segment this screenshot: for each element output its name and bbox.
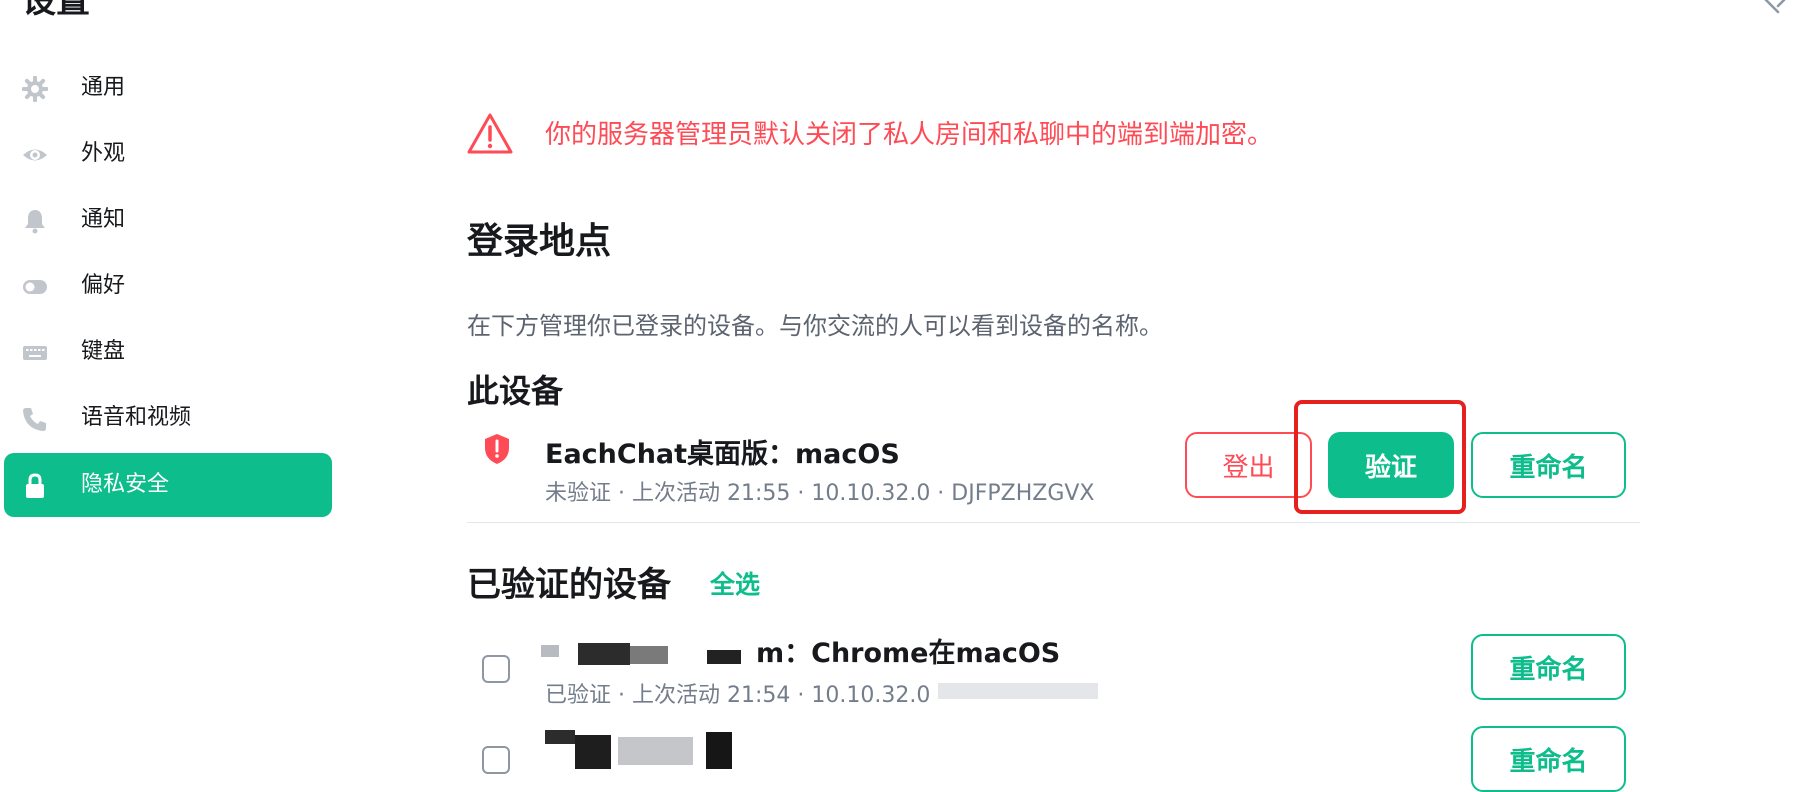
logout-button[interactable]: 登出 [1185, 432, 1312, 498]
sessions-heading: 登录地点 [467, 221, 612, 262]
unverified-shield-icon [485, 434, 509, 464]
sidebar-item-notifications[interactable]: 通知 [4, 188, 332, 252]
redacted-text [938, 683, 1098, 699]
redacted-text [578, 643, 630, 665]
sidebar-item-preferences[interactable]: 偏好 [4, 254, 332, 318]
toggle-icon [23, 280, 47, 294]
sidebar-item-label: 隐私安全 [81, 472, 170, 497]
sidebar-item-security-privacy[interactable]: 隐私安全 [4, 453, 332, 517]
divider [467, 522, 1640, 523]
sessions-description: 在下方管理你已登录的设备。与你交流的人可以看到设备的名称。 [467, 312, 1163, 340]
redacted-text [630, 646, 668, 664]
device-checkbox[interactable] [482, 746, 510, 774]
device-name: m：Chrome在macOS [756, 638, 1061, 669]
warning-icon [467, 113, 513, 154]
rename-device-button[interactable]: 重命名 [1471, 726, 1626, 792]
sidebar-item-label: 键盘 [81, 339, 126, 364]
device-checkbox[interactable] [482, 655, 510, 683]
close-icon[interactable] [1758, 0, 1792, 14]
sidebar-item-voice-video[interactable]: 语音和视频 [4, 386, 332, 450]
sidebar-item-keyboard[interactable]: 键盘 [4, 320, 332, 384]
redacted-text [541, 645, 559, 657]
verify-button[interactable]: 验证 [1328, 432, 1454, 498]
redacted-text [707, 650, 741, 664]
sidebar-item-general[interactable]: 通用 [4, 56, 332, 120]
verified-devices-heading: 已验证的设备 [467, 565, 671, 605]
sidebar-item-appearance[interactable]: 外观 [4, 122, 332, 186]
redacted-text [706, 732, 732, 769]
sidebar-item-label: 通知 [81, 207, 126, 232]
device-meta: 已验证 · 上次活动 21:54 · 10.10.32.0 · [545, 683, 945, 708]
e2ee-warning-text: 你的服务器管理员默认关闭了私人房间和私聊中的端到端加密。 [545, 120, 1274, 150]
this-device-name: EachChat桌面版：macOS [545, 439, 900, 470]
this-device-heading: 此设备 [467, 372, 564, 410]
redacted-text [545, 730, 575, 744]
rename-device-button[interactable]: 重命名 [1471, 634, 1626, 700]
phone-icon [23, 408, 46, 431]
this-device-meta: 未验证 · 上次活动 21:55 · 10.10.32.0 · DJFPZHZG… [545, 481, 1095, 506]
lock-icon [26, 473, 44, 498]
bell-icon [25, 210, 45, 234]
eye-icon [23, 149, 47, 161]
sidebar-item-label: 语音和视频 [81, 405, 192, 430]
select-all-link[interactable]: 全选 [710, 565, 760, 601]
redacted-text [575, 735, 611, 769]
sidebar-item-label: 外观 [81, 141, 126, 166]
page-title: 设置 [22, 0, 90, 21]
gear-icon [22, 76, 48, 102]
redacted-text [618, 737, 693, 765]
sidebar-item-label: 偏好 [81, 273, 126, 298]
keyboard-icon [23, 346, 47, 360]
rename-this-device-button[interactable]: 重命名 [1471, 432, 1626, 498]
sidebar-item-label: 通用 [81, 75, 126, 100]
